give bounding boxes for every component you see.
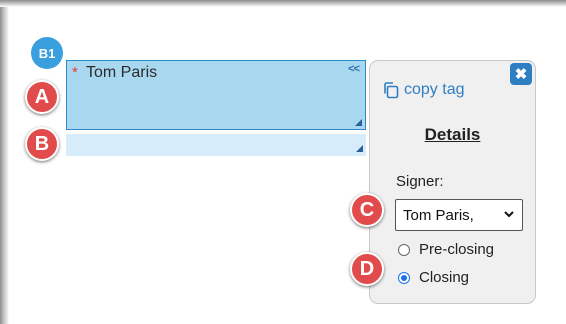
chevron-down-icon — [504, 211, 514, 218]
callout-marker-a: A — [25, 80, 59, 114]
copy-tag-link[interactable]: copy tag — [382, 81, 464, 99]
radio-button-closing[interactable] — [398, 271, 410, 284]
radio-label-closing: Closing — [419, 269, 470, 286]
field-badge: B1 — [31, 37, 63, 69]
radio-label-pre-closing: Pre-closing — [419, 241, 495, 258]
signer-selected-value: Tom Paris, — [403, 206, 474, 224]
required-mark: * — [72, 64, 78, 81]
radio-button-pre-closing[interactable] — [398, 243, 410, 256]
window-frame-top — [0, 0, 566, 7]
field-signer-name: Tom Paris — [86, 64, 158, 81]
details-popover: ✖ copy tag Details Signer: Tom Paris, Pr… — [369, 60, 536, 304]
secondary-field[interactable] — [66, 134, 366, 156]
radio-pre-closing[interactable]: Pre-closing — [398, 241, 494, 258]
signature-field[interactable]: * Tom Paris << — [66, 60, 366, 130]
resize-handle-icon[interactable] — [356, 145, 363, 152]
resize-handle-icon[interactable] — [355, 119, 362, 126]
window-frame-left — [0, 0, 9, 324]
collapse-button[interactable]: << — [348, 63, 360, 75]
copy-icon — [384, 82, 399, 99]
signer-label: Signer: — [396, 173, 444, 190]
callout-marker-d: D — [350, 252, 384, 286]
copy-tag-label: copy tag — [404, 81, 465, 98]
close-button[interactable]: ✖ — [510, 63, 532, 85]
callout-marker-b: B — [25, 127, 59, 161]
signer-select[interactable]: Tom Paris, — [395, 199, 523, 231]
details-heading: Details — [424, 125, 481, 144]
close-icon: ✖ — [514, 66, 528, 83]
radio-closing[interactable]: Closing — [398, 269, 469, 286]
callout-marker-c: C — [350, 193, 384, 227]
